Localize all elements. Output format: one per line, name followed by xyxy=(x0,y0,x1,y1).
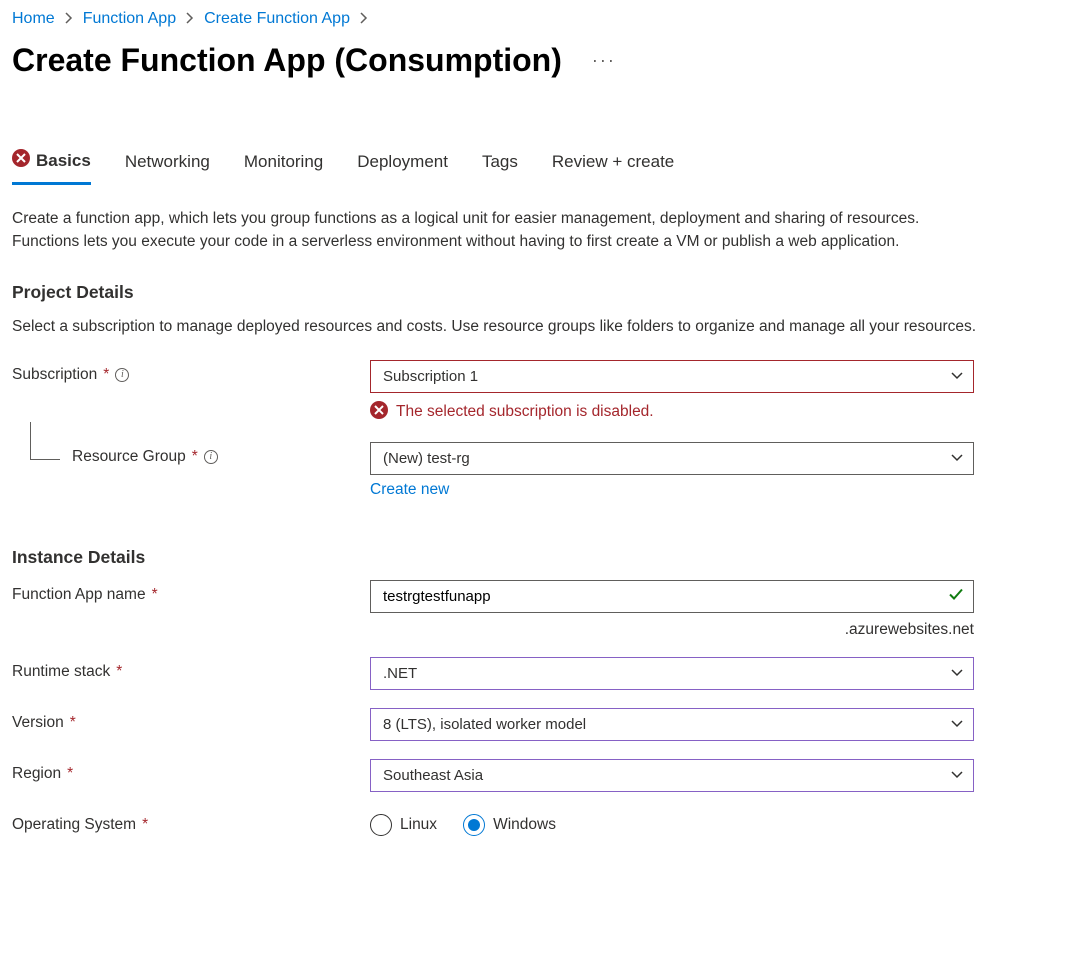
dropdown-value: .NET xyxy=(383,665,417,682)
os-radio-linux[interactable]: Linux xyxy=(370,814,437,836)
resource-group-dropdown[interactable]: (New) test-rg xyxy=(370,442,974,475)
error-icon xyxy=(12,149,30,172)
section-desc-project: Select a subscription to manage deployed… xyxy=(12,315,982,338)
subscription-label: Subscription * i xyxy=(12,360,370,384)
create-new-resource-group-link[interactable]: Create new xyxy=(370,481,449,498)
runtime-stack-dropdown[interactable]: .NET xyxy=(370,657,974,690)
radio-label: Linux xyxy=(400,816,437,834)
tab-strip: Basics Networking Monitoring Deployment … xyxy=(12,149,1080,185)
dropdown-value: Subscription 1 xyxy=(383,368,478,385)
os-radio-windows[interactable]: Windows xyxy=(463,814,556,836)
runtime-label: Runtime stack * xyxy=(12,657,370,681)
tab-review-create[interactable]: Review + create xyxy=(552,149,674,185)
tree-connector-icon xyxy=(30,422,60,460)
chevron-right-icon xyxy=(65,11,73,27)
info-icon[interactable]: i xyxy=(204,450,218,464)
version-dropdown[interactable]: 8 (LTS), isolated worker model xyxy=(370,708,974,741)
error-icon xyxy=(370,401,388,424)
breadcrumb-create-function-app[interactable]: Create Function App xyxy=(204,10,350,28)
chevron-down-icon xyxy=(951,370,963,382)
breadcrumb: Home Function App Create Function App xyxy=(12,10,1080,28)
region-dropdown[interactable]: Southeast Asia xyxy=(370,759,974,792)
section-heading-project: Project Details xyxy=(12,282,1080,303)
resource-group-label: Resource Group * i xyxy=(12,442,370,466)
breadcrumb-function-app[interactable]: Function App xyxy=(83,10,176,28)
tab-monitoring[interactable]: Monitoring xyxy=(244,149,323,185)
more-actions-button[interactable]: ··· xyxy=(592,50,616,71)
checkmark-icon xyxy=(948,587,964,606)
breadcrumb-home[interactable]: Home xyxy=(12,10,55,28)
tab-networking[interactable]: Networking xyxy=(125,149,210,185)
chevron-down-icon xyxy=(951,667,963,679)
subscription-error: The selected subscription is disabled. xyxy=(370,401,974,424)
section-heading-instance: Instance Details xyxy=(12,547,1080,568)
chevron-down-icon xyxy=(951,452,963,464)
info-icon[interactable]: i xyxy=(115,368,129,382)
chevron-down-icon xyxy=(951,769,963,781)
tab-deployment[interactable]: Deployment xyxy=(357,149,448,185)
radio-label: Windows xyxy=(493,816,556,834)
domain-suffix: .azurewebsites.net xyxy=(370,621,974,639)
os-radio-group: Linux Windows xyxy=(370,810,974,836)
dropdown-value: 8 (LTS), isolated worker model xyxy=(383,716,586,733)
tab-tags[interactable]: Tags xyxy=(482,149,518,185)
region-label: Region * xyxy=(12,759,370,783)
app-name-label: Function App name * xyxy=(12,580,370,604)
os-label: Operating System * xyxy=(12,810,370,834)
dropdown-value: (New) test-rg xyxy=(383,450,470,467)
subscription-dropdown[interactable]: Subscription 1 xyxy=(370,360,974,393)
chevron-right-icon xyxy=(360,11,368,27)
page-title: Create Function App (Consumption) xyxy=(12,42,562,79)
page-description: Create a function app, which lets you gr… xyxy=(12,207,982,254)
tab-basics[interactable]: Basics xyxy=(12,149,91,185)
tab-label: Basics xyxy=(36,151,91,171)
chevron-right-icon xyxy=(186,11,194,27)
version-label: Version * xyxy=(12,708,370,732)
dropdown-value: Southeast Asia xyxy=(383,767,483,784)
function-app-name-input[interactable] xyxy=(370,580,974,613)
chevron-down-icon xyxy=(951,718,963,730)
